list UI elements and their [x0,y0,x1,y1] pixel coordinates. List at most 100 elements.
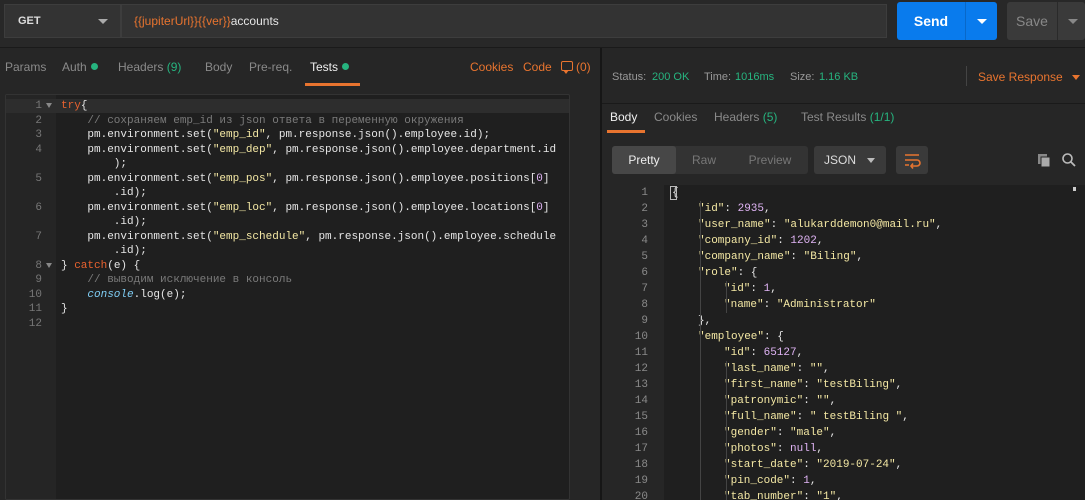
line-number: 4 [35,143,42,156]
send-button[interactable]: Send [897,2,997,40]
line-number: 15 [634,411,648,423]
line-number: 13 [634,379,648,391]
tab-auth[interactable]: Auth [62,60,98,74]
response-body-viewer[interactable]: 1{ 2 "id": 2935, 3 "user_name": "alukarddemo… [612,185,1085,500]
search-icon[interactable] [1061,152,1077,168]
tab-params[interactable]: Params [5,60,46,74]
line-number: 6 [641,267,648,279]
line-number: 9 [35,274,42,286]
json-line: 8 "name": "Administrator" [612,297,1082,313]
code-text: pm.environment.set("emp_loc", pm.respons… [61,201,550,214]
tab-count: (5) [762,110,778,124]
comment-icon[interactable] [561,61,573,74]
code-link[interactable]: Code [523,60,552,74]
json-line: 10 "employee": { [612,329,1082,345]
json-text: "start_date": "2019-07-24", [724,459,903,471]
tab-response-headers[interactable]: Headers (5) [714,110,777,124]
format-label: JSON [824,153,857,167]
line-number: 2 [641,203,648,215]
pretty-button[interactable]: Pretty [612,146,676,174]
indent-guide [700,201,701,500]
tab-label: Headers [714,110,760,124]
json-text: "user_name": "alukarddemon0@mail.ru", [698,219,943,231]
json-line: 3 "user_name": "alukarddemon0@mail.ru", [612,217,1082,233]
json-line: 11 "id": 65127, [612,345,1082,361]
send-options-button[interactable] [965,2,997,40]
tab-response-cookies[interactable]: Cookies [654,110,697,124]
tab-tests[interactable]: Tests [310,60,350,74]
indent-guide [726,281,727,313]
code-text: // выводим исключение в консоль [87,274,293,286]
tab-label: Cookies [654,110,698,124]
json-line: 1{ [612,185,1082,201]
code-text: pm.environment.set("emp_pos", pm.respons… [61,172,550,185]
line-number: 2 [35,114,42,127]
editor-line: .id); [6,244,569,258]
json-line: 6 "role": { [612,265,1082,281]
json-text: "pin_code": 1, [724,475,817,487]
save-label: Save [1016,13,1048,29]
editor-line: 4 pm.environment.set("emp_dep", pm.respo… [6,143,569,157]
save-response-button[interactable]: Save Response [978,70,1063,84]
brace-match-highlight [670,186,677,200]
editor-line: 9 // выводим исключение в консоль [6,273,569,287]
comments-count[interactable]: (0) [576,60,591,74]
line-number: 17 [634,443,648,455]
json-line: 17 "photos": null, [612,441,1082,457]
view-mode-group: Pretty Raw Preview [612,146,808,174]
scrollbar[interactable] [1073,187,1076,191]
method-select[interactable]: GET [4,4,121,38]
status-label: Status: [612,71,647,83]
line-number: 1 [35,100,42,112]
tab-label: Tests [310,60,339,74]
time-label: Time: [704,71,732,83]
editor-line: ); [6,157,569,171]
tab-headers[interactable]: Headers (9) [118,60,181,74]
fold-arrow-icon[interactable] [46,262,52,268]
json-text: "last_name": "", [724,363,830,375]
tab-label: Test Results [801,110,867,124]
wrap-lines-button[interactable] [896,146,928,174]
json-text: "id": 65127, [724,347,804,359]
json-line: 15 "full_name": " testBiling ", [612,409,1082,425]
url-variable: {{ver}} [198,14,231,28]
editor-line: 8} catch(e) { [6,259,569,273]
tab-label: Body [205,60,233,74]
tab-body[interactable]: Body [205,60,232,74]
tab-response-body[interactable]: Body [610,110,637,124]
save-options-button[interactable] [1057,2,1085,40]
size-value: 1.16 KB [819,71,859,83]
editor-line: 6 pm.environment.set("emp_loc", pm.respo… [6,201,569,215]
code-text: .id); [61,187,147,199]
chevron-down-icon[interactable] [1072,75,1080,80]
status-dot-icon [90,63,98,70]
editor-line: 5 pm.environment.set("emp_pos", pm.respo… [6,172,569,186]
json-text: "id": 2935, [698,203,771,215]
raw-button[interactable]: Raw [686,146,722,174]
response-status-bar: Status: 200 OK Time: 1016ms Size: 1.16 K… [602,48,1085,104]
editor-line: .id); [6,215,569,229]
editor-line: 10 console.log(e); [6,288,569,302]
url-input[interactable]: {{jupiterUrl}} {{ver}} accounts [121,4,887,38]
format-select[interactable]: JSON [814,146,886,174]
tab-test-results[interactable]: Test Results (1/1) [801,110,894,124]
code-text: } [61,303,68,315]
send-label: Send [913,13,949,29]
cookies-link[interactable]: Cookies [470,60,513,74]
status-dot-icon [342,63,350,70]
json-line: 16 "gender": "male", [612,425,1082,441]
preview-button[interactable]: Preview [740,146,800,174]
line-number: 11 [28,303,42,315]
json-line: 13 "first_name": "testBiling", [612,377,1082,393]
size-label: Size: [790,71,815,83]
response-tabs: Body Cookies Headers (5) Test Results (1… [602,104,1085,133]
tab-pre-request[interactable]: Pre-req. [249,60,292,74]
tests-editor[interactable]: 1 try{2 // сохраняем emp_id из json ответ… [5,94,570,500]
editor-line: 12 [6,317,569,331]
save-button[interactable]: Save [1007,2,1085,40]
line-number: 6 [35,201,42,214]
line-number: 10 [28,288,42,301]
code-text: try{ [61,100,88,112]
fold-arrow-icon[interactable] [46,103,52,108]
copy-icon[interactable] [1036,152,1052,168]
